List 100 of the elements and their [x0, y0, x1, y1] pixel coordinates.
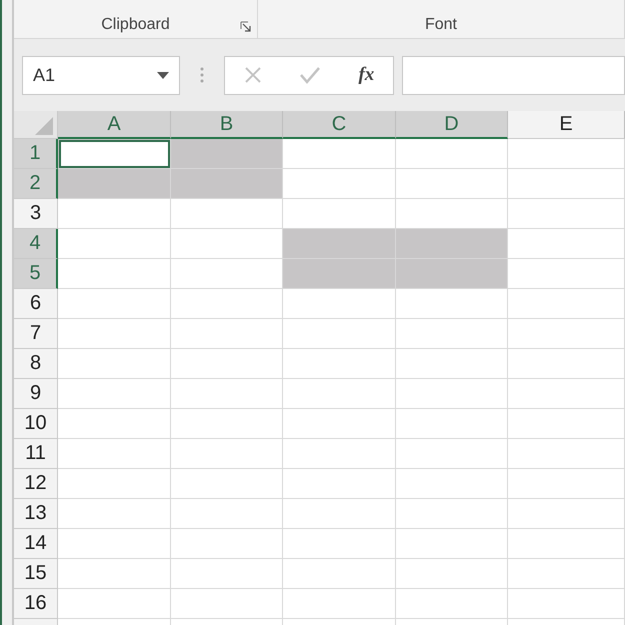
cell[interactable] [396, 259, 508, 289]
cell[interactable] [508, 259, 625, 289]
cell[interactable] [396, 589, 508, 619]
cell[interactable] [58, 439, 171, 469]
cell[interactable] [508, 439, 625, 469]
row-header[interactable]: 4 [14, 229, 58, 259]
cell[interactable] [171, 439, 283, 469]
cell[interactable] [283, 169, 396, 199]
cell[interactable] [508, 379, 625, 409]
cell[interactable] [171, 409, 283, 439]
insert-function-button[interactable]: fx [358, 64, 374, 86]
cell[interactable] [396, 349, 508, 379]
drag-handle-icon[interactable] [200, 66, 204, 84]
cell[interactable] [396, 559, 508, 589]
cell[interactable] [283, 559, 396, 589]
row-header[interactable]: 12 [14, 469, 58, 499]
close-icon[interactable] [244, 66, 262, 84]
cell[interactable] [283, 589, 396, 619]
cell[interactable] [508, 319, 625, 349]
select-all-icon[interactable] [35, 117, 53, 135]
row-header[interactable]: 6 [14, 289, 58, 319]
cell[interactable] [396, 409, 508, 439]
cell[interactable] [508, 139, 625, 169]
cell[interactable] [396, 379, 508, 409]
cell[interactable] [58, 229, 171, 259]
row-header[interactable]: 14 [14, 529, 58, 559]
cell[interactable] [283, 439, 396, 469]
row-header[interactable]: 8 [14, 349, 58, 379]
cell[interactable] [396, 229, 508, 259]
column-header[interactable]: C [283, 111, 396, 139]
cell[interactable] [171, 559, 283, 589]
cell[interactable] [58, 529, 171, 559]
cell[interactable] [508, 409, 625, 439]
cell[interactable] [58, 379, 171, 409]
cell[interactable] [171, 529, 283, 559]
cell[interactable] [396, 139, 508, 169]
cell[interactable] [58, 169, 171, 199]
cell[interactable] [283, 379, 396, 409]
cell[interactable] [508, 469, 625, 499]
cell[interactable] [58, 469, 171, 499]
cell[interactable] [396, 199, 508, 229]
row-header[interactable]: 16 [14, 589, 58, 619]
row-header[interactable]: 1 [14, 139, 58, 169]
dropdown-caret-icon[interactable] [157, 72, 169, 78]
cell[interactable] [283, 469, 396, 499]
cell[interactable] [58, 589, 171, 619]
dialog-launcher-icon[interactable] [240, 21, 251, 32]
cell[interactable] [171, 289, 283, 319]
row-header[interactable]: 13 [14, 499, 58, 529]
cell[interactable] [58, 289, 171, 319]
row-header[interactable]: 11 [14, 439, 58, 469]
name-box[interactable]: A1 [22, 56, 180, 94]
cell[interactable] [396, 289, 508, 319]
cell[interactable] [396, 169, 508, 199]
cell[interactable] [508, 559, 625, 589]
row-header[interactable]: 10 [14, 409, 58, 439]
cell[interactable] [283, 319, 396, 349]
cell[interactable] [508, 169, 625, 199]
cell[interactable] [283, 289, 396, 319]
cell[interactable] [283, 229, 396, 259]
cell[interactable] [171, 139, 283, 169]
cell[interactable] [283, 199, 396, 229]
cell[interactable] [171, 169, 283, 199]
cell[interactable] [508, 229, 625, 259]
cell[interactable] [171, 319, 283, 349]
cell[interactable] [58, 559, 171, 589]
cell[interactable] [396, 529, 508, 559]
cell[interactable] [283, 349, 396, 379]
row-header[interactable]: 7 [14, 319, 58, 349]
formula-input[interactable] [402, 56, 625, 94]
cell[interactable] [171, 229, 283, 259]
cell[interactable] [171, 199, 283, 229]
cell[interactable] [171, 469, 283, 499]
cell[interactable] [58, 409, 171, 439]
cell[interactable] [58, 499, 171, 529]
cell[interactable] [508, 349, 625, 379]
cell[interactable] [58, 259, 171, 289]
column-header[interactable]: B [171, 111, 283, 139]
cell[interactable] [171, 379, 283, 409]
cell[interactable] [508, 289, 625, 319]
checkmark-icon[interactable] [299, 66, 322, 84]
cell[interactable] [171, 499, 283, 529]
cell[interactable] [396, 439, 508, 469]
select-all-corner[interactable] [14, 111, 58, 139]
column-header[interactable]: D [396, 111, 508, 139]
cell[interactable] [171, 589, 283, 619]
cell[interactable] [508, 529, 625, 559]
cell[interactable] [58, 349, 171, 379]
active-cell[interactable] [58, 139, 171, 169]
column-header[interactable]: E [508, 111, 625, 139]
cell[interactable] [396, 469, 508, 499]
cell[interactable] [58, 199, 171, 229]
cell[interactable] [171, 259, 283, 289]
row-header[interactable]: 15 [14, 559, 58, 589]
cell[interactable] [508, 589, 625, 619]
row-header[interactable]: 2 [14, 169, 58, 199]
row-header[interactable]: 9 [14, 379, 58, 409]
cell[interactable] [508, 499, 625, 529]
cell[interactable] [283, 259, 396, 289]
row-header[interactable]: 5 [14, 259, 58, 289]
